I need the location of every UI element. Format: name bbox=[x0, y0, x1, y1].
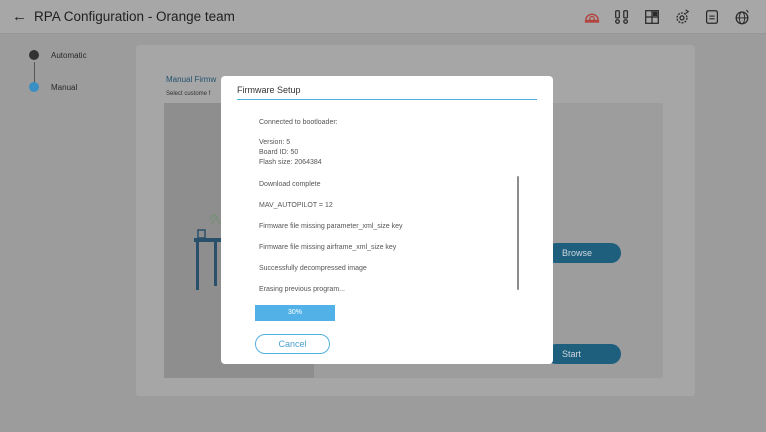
log-line: Board ID: 50 bbox=[259, 149, 299, 156]
toolbar bbox=[582, 7, 752, 27]
log-line: Erasing previous program... bbox=[259, 286, 345, 293]
cancel-button[interactable]: Cancel bbox=[255, 334, 330, 354]
log-line: Flash size: 2064384 bbox=[259, 159, 322, 166]
step-active-dot bbox=[29, 82, 39, 92]
start-button[interactable]: Start bbox=[546, 344, 621, 364]
globe-icon[interactable] bbox=[732, 7, 752, 27]
back-arrow-icon[interactable]: ← bbox=[12, 9, 27, 24]
step-manual[interactable]: Manual bbox=[29, 82, 77, 92]
top-bar: ← RPA Configuration - Orange team bbox=[0, 0, 766, 34]
step-automatic[interactable]: Automatic bbox=[29, 50, 87, 60]
log-line: Version: 5 bbox=[259, 139, 291, 146]
log-line: Successfully decompressed image bbox=[259, 265, 367, 272]
dialog-title-divider bbox=[237, 99, 537, 100]
dialog-title: Firmware Setup bbox=[237, 85, 301, 95]
panel-heading: Manual Firmw bbox=[166, 75, 217, 84]
vehicle-setup-icon[interactable] bbox=[612, 7, 632, 27]
panel-subheading: Select custome f bbox=[166, 91, 211, 97]
progress-bar: 30% bbox=[255, 305, 335, 321]
document-icon[interactable] bbox=[702, 7, 722, 27]
alarm-icon[interactable] bbox=[582, 7, 602, 27]
log-line: Firmware file missing parameter_xml_size… bbox=[259, 223, 403, 230]
log-line: Firmware file missing airframe_xml_size … bbox=[259, 244, 397, 251]
page-title: RPA Configuration - Orange team bbox=[34, 9, 235, 24]
log-scrollbar[interactable] bbox=[517, 176, 519, 290]
progress-label: 30% bbox=[287, 309, 302, 316]
firmware-setup-dialog: Firmware Setup Connected to bootloader: … bbox=[221, 76, 553, 364]
log-line: MAV_AUTOPILOT = 12 bbox=[259, 202, 333, 209]
browse-button[interactable]: Browse bbox=[546, 243, 621, 263]
dashboard-icon[interactable] bbox=[642, 7, 662, 27]
settings-gear-icon[interactable] bbox=[672, 7, 692, 27]
step-label: Manual bbox=[51, 82, 78, 92]
step-done-dot bbox=[29, 50, 39, 60]
step-label: Automatic bbox=[51, 50, 87, 60]
log-line: Download complete bbox=[259, 181, 321, 188]
log-line: Connected to bootloader: bbox=[259, 119, 338, 126]
